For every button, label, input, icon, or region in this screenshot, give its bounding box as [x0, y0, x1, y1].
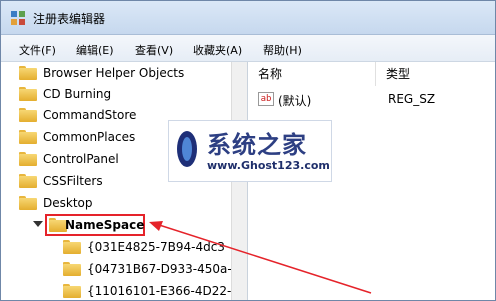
tree-item-label: CSSFilters [43, 174, 103, 188]
folder-icon [19, 130, 37, 144]
tree-item-label: ControlPanel [43, 152, 119, 166]
watermark-emblem-icon [177, 131, 197, 167]
tree-item-label: CD Burning [43, 87, 112, 101]
string-value-icon: ab [258, 92, 274, 106]
title-bar: 注册表编辑器 [1, 1, 495, 35]
tree-item[interactable]: {04731B67-D933-450a- [63, 258, 233, 280]
watermark-title: 系统之家 [207, 130, 307, 159]
tree-item-label: {04731B67-D933-450a- [87, 262, 232, 276]
watermark-url: www.Ghost123.com [207, 159, 330, 172]
tree-item-label: Desktop [43, 196, 93, 210]
registry-editor-icon [11, 11, 25, 25]
menu-file[interactable]: 文件(F) [19, 42, 56, 58]
value-name: (默认) [278, 94, 312, 108]
value-type: REG_SZ [388, 92, 436, 106]
folder-icon [19, 87, 37, 101]
tree-item[interactable]: CD Burning [19, 83, 229, 105]
folder-icon [19, 108, 37, 122]
list-item[interactable]: ab (默认) REG_SZ [248, 90, 495, 110]
folder-icon [63, 284, 81, 298]
registry-editor-window: 注册表编辑器 文件(F) 编辑(E) 查看(V) 收藏夹(A) 帮助(H) Br… [0, 0, 496, 301]
menu-help[interactable]: 帮助(H) [263, 42, 302, 58]
tree-item-label: Browser Helper Objects [43, 66, 185, 80]
menu-edit[interactable]: 编辑(E) [76, 42, 114, 58]
column-header-name[interactable]: 名称 [248, 62, 376, 86]
folder-icon [19, 196, 37, 210]
watermark-logo: 系统之家 www.Ghost123.com [168, 120, 332, 182]
tree-item-label: {031E4825-7B94-4dc3 [87, 240, 225, 254]
menu-bar: 文件(F) 编辑(E) 查看(V) 收藏夹(A) 帮助(H) [1, 35, 495, 62]
expand-triangle-icon[interactable] [33, 221, 43, 227]
tree-item[interactable]: Browser Helper Objects [19, 62, 229, 84]
tree-item[interactable]: {11016101-E366-4D22- [63, 280, 233, 300]
folder-icon [19, 152, 37, 166]
folder-icon [63, 240, 81, 254]
tree-item[interactable]: {031E4825-7B94-4dc3 [63, 236, 233, 258]
window-title: 注册表编辑器 [33, 12, 106, 26]
menu-view[interactable]: 查看(V) [135, 42, 173, 58]
tree-item-label: NameSpace [65, 218, 145, 232]
tree-item-label: CommonPlaces [43, 130, 136, 144]
tree-item-label: CommandStore [43, 108, 137, 122]
menu-favorites[interactable]: 收藏夹(A) [193, 42, 242, 58]
folder-icon [19, 66, 37, 80]
column-header-type[interactable]: 类型 [376, 62, 495, 86]
tree-item-label: {11016101-E366-4D22- [87, 284, 232, 298]
tree-item-namespace[interactable]: NameSpace [49, 214, 169, 236]
folder-icon [63, 262, 81, 276]
tree-item[interactable]: Desktop [19, 192, 229, 214]
folder-icon [19, 174, 37, 188]
